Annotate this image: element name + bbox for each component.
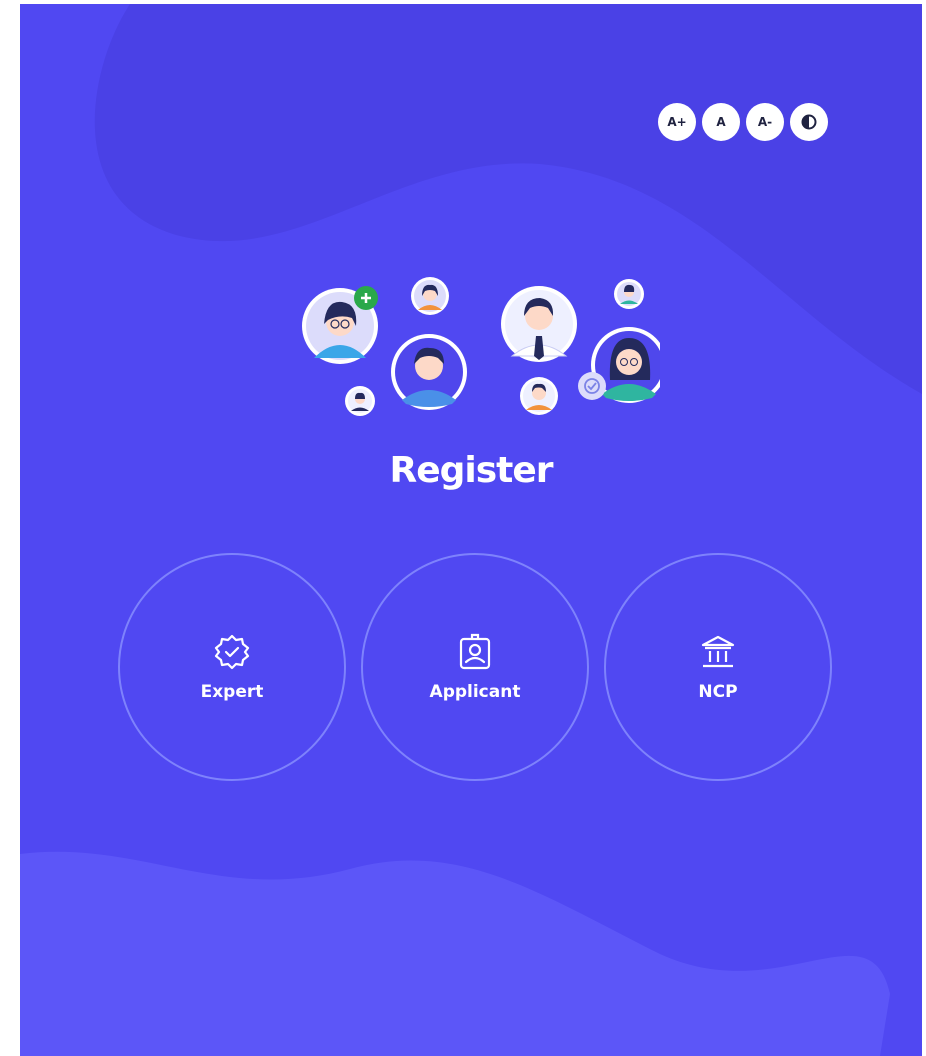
id-badge-icon [459, 633, 491, 670]
avatar-small-left [345, 386, 375, 416]
ncp-option[interactable]: NCP [604, 553, 832, 781]
badge-check-icon [214, 634, 250, 670]
avatar-woman-small [411, 277, 449, 315]
applicant-label: Applicant [429, 682, 521, 702]
institution-icon [701, 635, 735, 668]
ncp-label: NCP [698, 682, 738, 702]
avatar-man-tie [501, 286, 577, 362]
add-badge-icon [354, 286, 378, 310]
page-title: Register [389, 450, 553, 491]
expert-option[interactable]: Expert [118, 553, 346, 781]
register-page: A+ A A- Register Expert Applicant NCP [20, 4, 922, 1056]
verified-badge-icon [578, 372, 606, 400]
applicant-option[interactable]: Applicant [361, 553, 589, 781]
avatar-man-orange [520, 377, 558, 415]
default-font-button[interactable]: A [702, 103, 740, 141]
avatar-small-right [614, 279, 644, 309]
contrast-toggle-button[interactable] [790, 103, 828, 141]
people-illustration [302, 277, 660, 416]
decrease-font-button[interactable]: A- [746, 103, 784, 141]
background-waves [20, 4, 922, 1056]
accessibility-toolbar: A+ A A- [658, 103, 828, 141]
increase-font-button[interactable]: A+ [658, 103, 696, 141]
avatar-man-center [391, 334, 467, 410]
expert-label: Expert [200, 682, 264, 702]
contrast-icon [801, 114, 817, 130]
